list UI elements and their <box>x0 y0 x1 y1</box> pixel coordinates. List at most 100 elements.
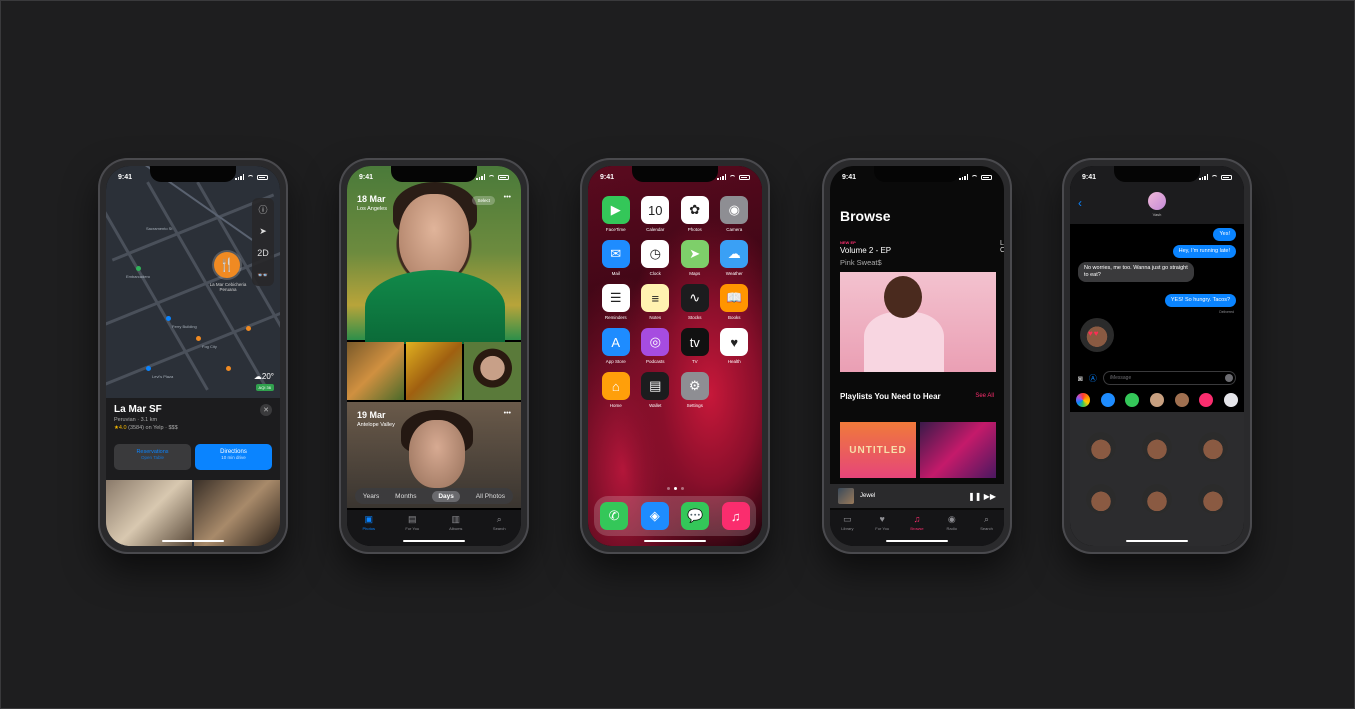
message-bubble-sent[interactable]: Yes! <box>1213 228 1236 241</box>
home-indicator[interactable] <box>1126 539 1188 542</box>
app-weather[interactable]: ☁ Weather <box>715 240 755 276</box>
contact-name[interactable]: Vash <box>1070 212 1244 217</box>
home-indicator[interactable] <box>162 539 224 542</box>
memoji-sticker[interactable] <box>1198 432 1228 462</box>
location-arrow-icon[interactable]: ➤ <box>259 220 267 242</box>
more-icon[interactable]: ••• <box>504 194 511 201</box>
memoji-sticker[interactable] <box>1086 484 1116 514</box>
next-card-edge[interactable]: LC <box>1000 240 1004 254</box>
app-photos[interactable]: ✿ Photos <box>675 196 715 232</box>
playlist-tile[interactable] <box>920 422 996 478</box>
app-camera[interactable]: ◉ Camera <box>715 196 755 232</box>
message-input[interactable]: iMessage <box>1102 371 1236 385</box>
tab-search[interactable]: ⌕ Search <box>972 514 1002 546</box>
tab-photos[interactable]: ▣ Photos <box>354 514 384 546</box>
back-chevron-icon[interactable]: ‹ <box>1078 196 1082 210</box>
photo-hero[interactable] <box>347 166 521 344</box>
segment-years[interactable]: Years <box>363 493 379 500</box>
memoji-sticker-panel <box>1070 412 1244 546</box>
playback-controls[interactable]: ❚❚ ▶▶ <box>968 492 996 501</box>
close-icon[interactable]: ✕ <box>260 404 272 416</box>
tab-search[interactable]: ⌕ Search <box>484 514 514 546</box>
memoji-sticker[interactable] <box>1198 484 1228 514</box>
place-photos[interactable] <box>106 480 280 546</box>
app-facetime[interactable]: ▶ FaceTime <box>596 196 636 232</box>
app-store-app-icon[interactable] <box>1100 393 1115 407</box>
status-time: 9:41 <box>359 173 374 181</box>
album-artwork[interactable] <box>840 272 996 372</box>
app-label: Photos <box>687 227 702 232</box>
app-stocks[interactable]: ∿ Stocks <box>675 284 715 320</box>
audio-icon[interactable] <box>1225 374 1233 382</box>
status-bar: 9:41 <box>600 172 750 182</box>
binoculars-icon[interactable]: 👓 <box>257 264 268 286</box>
app-reminders[interactable]: ☰ Reminders <box>596 284 636 320</box>
more-icon[interactable]: ••• <box>504 410 511 417</box>
home-indicator[interactable] <box>644 539 706 542</box>
reservations-button[interactable]: Reservations Open Table <box>114 444 191 470</box>
more-apps-icon[interactable] <box>1223 393 1238 407</box>
see-all-link[interactable]: See All <box>975 393 994 399</box>
app-settings[interactable]: ⚙ Settings <box>675 372 715 408</box>
poi-label: Levi's Plaza <box>152 374 174 379</box>
segment-months[interactable]: Months <box>395 493 416 500</box>
app-health[interactable]: ♥ Health <box>715 328 755 364</box>
segment-all-photos[interactable]: All Photos <box>476 493 505 500</box>
tab-label: Albums <box>449 526 463 531</box>
status-bar: 9:41 <box>359 172 509 182</box>
signal-icon <box>717 174 726 180</box>
page-indicator[interactable] <box>588 487 762 490</box>
directions-button[interactable]: Directions 10 min drive <box>195 444 272 470</box>
photo-row[interactable] <box>347 342 521 400</box>
app-label: Maps <box>689 271 701 276</box>
music-app-icon[interactable] <box>1199 393 1214 407</box>
restaurant-pin-icon[interactable]: 🍴 <box>214 252 240 278</box>
camera-icon[interactable]: ◙ <box>1078 374 1083 383</box>
tab-label: Photos <box>362 526 375 531</box>
select-button[interactable]: Select <box>472 196 495 205</box>
map-2d-toggle[interactable]: 2D <box>257 242 269 264</box>
status-time: 9:41 <box>600 173 615 181</box>
app-books[interactable]: 📖 Books <box>715 284 755 320</box>
safari-icon[interactable]: ◈ <box>640 502 669 530</box>
memoji-sticker[interactable] <box>1086 432 1116 462</box>
app-tv[interactable]: tv TV <box>675 328 715 364</box>
books-icon: 📖 <box>720 284 749 312</box>
memoji-sticker[interactable] <box>1080 318 1114 352</box>
app-home[interactable]: ⌂ Home <box>596 372 636 408</box>
playlist-tile[interactable]: UNTITLED <box>840 422 916 478</box>
wifi-icon <box>971 174 978 180</box>
memoji-sticker[interactable] <box>1142 432 1172 462</box>
message-bubble-received[interactable]: No worries, me too. Wanna just go straig… <box>1078 262 1194 282</box>
app-notes[interactable]: ≡ Notes <box>636 284 676 320</box>
maps-icon: ➤ <box>680 240 709 268</box>
apple-pay-icon[interactable] <box>1125 393 1140 407</box>
app-podcasts[interactable]: ◎ Podcasts <box>636 328 676 364</box>
contact-avatar[interactable] <box>1148 192 1166 210</box>
messages-icon[interactable]: 💬 <box>681 502 710 530</box>
app-maps[interactable]: ➤ Maps <box>675 240 715 276</box>
album-title[interactable]: Volume 2 - EP <box>840 246 891 255</box>
phone-icon[interactable]: ✆ <box>600 502 629 530</box>
app-store-icon[interactable]: Ⓐ <box>1089 373 1097 384</box>
app-app-store[interactable]: A App Store <box>596 328 636 364</box>
app-mail[interactable]: ✉ Mail <box>596 240 636 276</box>
app-wallet[interactable]: ▤ Wallet <box>636 372 676 408</box>
memoji-sticker[interactable] <box>1142 484 1172 514</box>
message-bubble-sent[interactable]: Hey, I'm running late! <box>1172 245 1236 258</box>
music-icon[interactable]: ♫ <box>721 502 750 530</box>
mini-player[interactable]: Jewel ❚❚ ▶▶ <box>830 484 1004 508</box>
info-icon[interactable]: ⓘ <box>258 198 267 220</box>
app-label: Home <box>609 403 622 408</box>
app-clock[interactable]: ◷ Clock <box>636 240 676 276</box>
message-bubble-sent[interactable]: YES! So hungry. Tacos? <box>1164 294 1236 307</box>
home-indicator[interactable] <box>403 539 465 542</box>
album-artist[interactable]: Pink Sweat$ <box>840 258 882 267</box>
memoji-stickers-icon[interactable] <box>1174 393 1189 407</box>
photos-app-icon[interactable] <box>1076 393 1090 407</box>
home-indicator[interactable] <box>886 539 948 542</box>
segment-days[interactable]: Days <box>432 490 460 502</box>
tab-library[interactable]: ▭ Library <box>832 514 862 546</box>
app-calendar[interactable]: 10 Calendar <box>636 196 676 232</box>
memoji-app-icon[interactable] <box>1149 393 1164 407</box>
